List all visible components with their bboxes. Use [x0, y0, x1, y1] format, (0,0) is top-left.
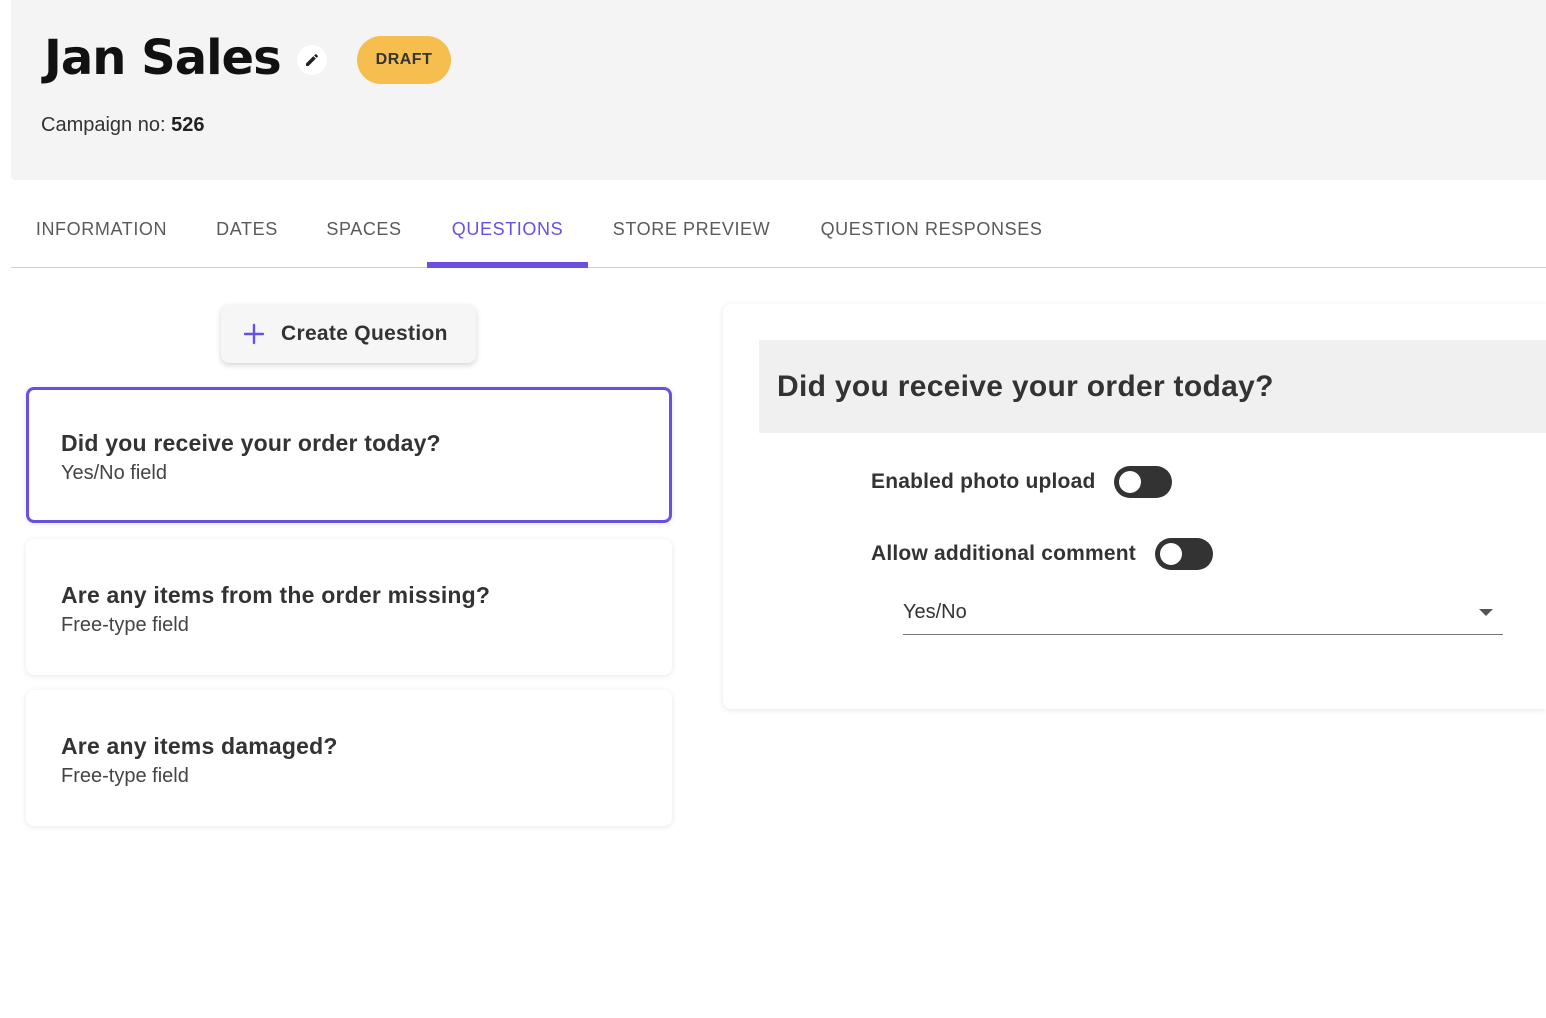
question-card[interactable]: Are any items damaged? Free-type field: [26, 690, 672, 826]
photo-upload-toggle[interactable]: [1114, 466, 1173, 498]
campaign-header: Jan Sales DRAFT Campaign no: 526: [11, 0, 1546, 180]
question-type-select[interactable]: Yes/No: [903, 594, 1503, 635]
question-title: Are any items from the order missing?: [61, 582, 491, 608]
toggle-knob: [1119, 471, 1142, 493]
question-title: Are any items damaged?: [61, 733, 338, 759]
tab-store-preview[interactable]: STORE PREVIEW: [588, 192, 795, 267]
plus-icon: [241, 321, 267, 347]
additional-comment-toggle[interactable]: [1154, 538, 1213, 570]
edit-title-button[interactable]: [297, 45, 327, 75]
tab-question-responses[interactable]: QUESTION RESPONSES: [795, 192, 1068, 267]
question-card[interactable]: Are any items from the order missing? Fr…: [26, 539, 672, 675]
question-type: Free-type field: [61, 614, 189, 636]
question-type: Yes/No field: [61, 462, 167, 484]
pencil-icon: [306, 53, 319, 66]
question-title: Did you receive your order today?: [61, 430, 441, 456]
tab-questions[interactable]: QUESTIONS: [427, 192, 588, 268]
detail-header: Did you receive your order today?: [759, 340, 1546, 433]
tab-information[interactable]: INFORMATION: [11, 192, 192, 267]
photo-upload-label: Enabled photo upload: [871, 470, 1096, 493]
tab-bar: INFORMATION DATES SPACES QUESTIONS STORE…: [11, 192, 1546, 268]
tab-dates[interactable]: DATES: [192, 192, 302, 267]
question-type: Free-type field: [61, 765, 189, 787]
detail-title: Did you receive your order today?: [777, 369, 1274, 403]
additional-comment-label: Allow additional comment: [871, 542, 1136, 565]
campaign-number: Campaign no: 526: [41, 114, 204, 137]
question-type-value: Yes/No: [903, 601, 967, 623]
page-title: Jan Sales: [44, 30, 282, 86]
question-card[interactable]: Did you receive your order today? Yes/No…: [26, 387, 672, 523]
chevron-down-icon: [1479, 609, 1493, 616]
additional-comment-row: Allow additional comment: [871, 538, 1213, 570]
campaign-label: Campaign no:: [41, 114, 172, 136]
campaign-number-value: 526: [171, 114, 205, 136]
photo-upload-row: Enabled photo upload: [871, 466, 1173, 498]
question-detail-panel: Did you receive your order today? Enable…: [723, 304, 1546, 709]
toggle-knob: [1159, 543, 1182, 565]
create-question-button[interactable]: Create Question: [221, 305, 476, 363]
status-badge: DRAFT: [357, 36, 451, 84]
tab-spaces[interactable]: SPACES: [302, 192, 426, 267]
create-question-label: Create Question: [281, 322, 448, 345]
